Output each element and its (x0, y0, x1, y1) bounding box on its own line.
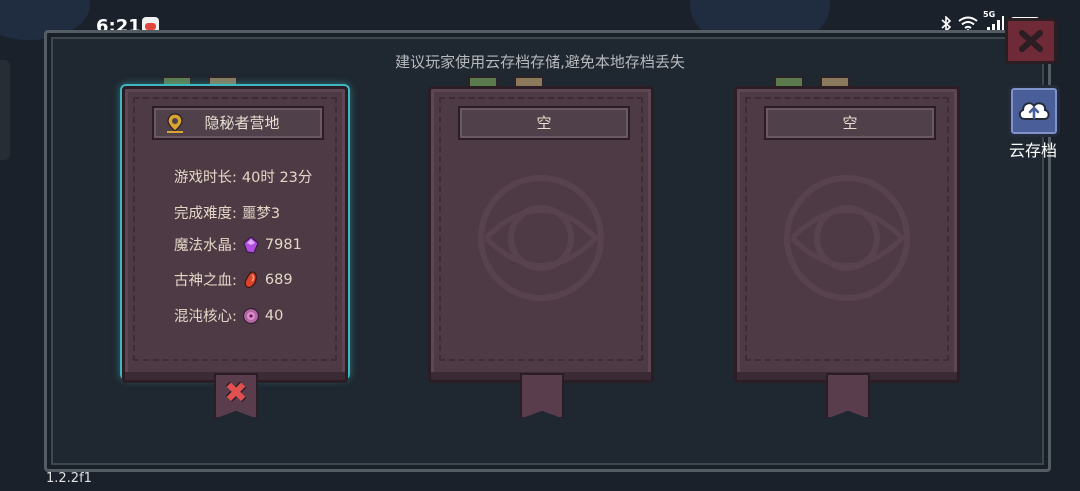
magic-crystal-icon (243, 235, 259, 254)
difficulty-label: 完成难度: (174, 206, 237, 222)
save-slot-1[interactable]: 隐秘者营地 游戏时长: 40时 23分 完成难度: 噩梦3 魔法水晶: 7981… (122, 76, 348, 419)
magic-crystal-label: 魔法水晶: (174, 238, 237, 254)
chaos-core-value: 40 (264, 307, 284, 324)
cloud-save-button[interactable] (1008, 85, 1060, 137)
side-handle (0, 60, 10, 160)
cloud-save-label: 云存档 (1008, 141, 1057, 160)
magic-crystal-value: 7981 (264, 236, 302, 253)
cloud-save-notice: 建议玩家使用云存档存储,避免本地存档丢失 (395, 53, 685, 71)
playtime-label: 游戏时长: (174, 170, 237, 186)
location-pin-icon (167, 113, 183, 133)
ancient-blood-label: 古神之血: (174, 273, 237, 289)
slot-title: 空 (842, 114, 858, 132)
delete-x-icon: ✖ (224, 376, 248, 409)
difficulty-row: 完成难度: 噩梦3 (174, 202, 280, 223)
slot-title-plate: 空 (764, 106, 936, 140)
cloud-upload-icon (1018, 102, 1050, 120)
book-emblem-decoration (478, 174, 604, 301)
chaos-core-label: 混沌核心: (174, 309, 237, 325)
slot-title-plate: 空 (458, 106, 630, 140)
book-emblem-decoration (784, 174, 910, 301)
save-slot-3[interactable]: 空 (734, 76, 960, 419)
network-type-label: 5G (983, 10, 996, 19)
chaos-core-icon (242, 307, 259, 324)
save-slot-2[interactable]: 空 (428, 76, 654, 419)
ancient-blood-row: 古神之血: 689 (174, 269, 293, 290)
ancient-blood-icon (244, 270, 257, 288)
difficulty-value: 噩梦3 (241, 206, 281, 222)
slot-title: 隐秘者营地 (204, 114, 280, 132)
close-icon (1019, 30, 1043, 52)
ancient-blood-value: 689 (264, 271, 293, 288)
playtime-row: 游戏时长: 40时 23分 (174, 166, 312, 187)
magic-crystal-row: 魔法水晶: 7981 (174, 234, 302, 255)
slot-title: 空 (536, 114, 552, 132)
chaos-core-row: 混沌核心: 40 (174, 305, 283, 326)
slot-title-plate: 隐秘者营地 (152, 106, 324, 140)
version-label: 1.2.2f1 (46, 471, 92, 486)
playtime-value: 40时 23分 (241, 170, 313, 186)
